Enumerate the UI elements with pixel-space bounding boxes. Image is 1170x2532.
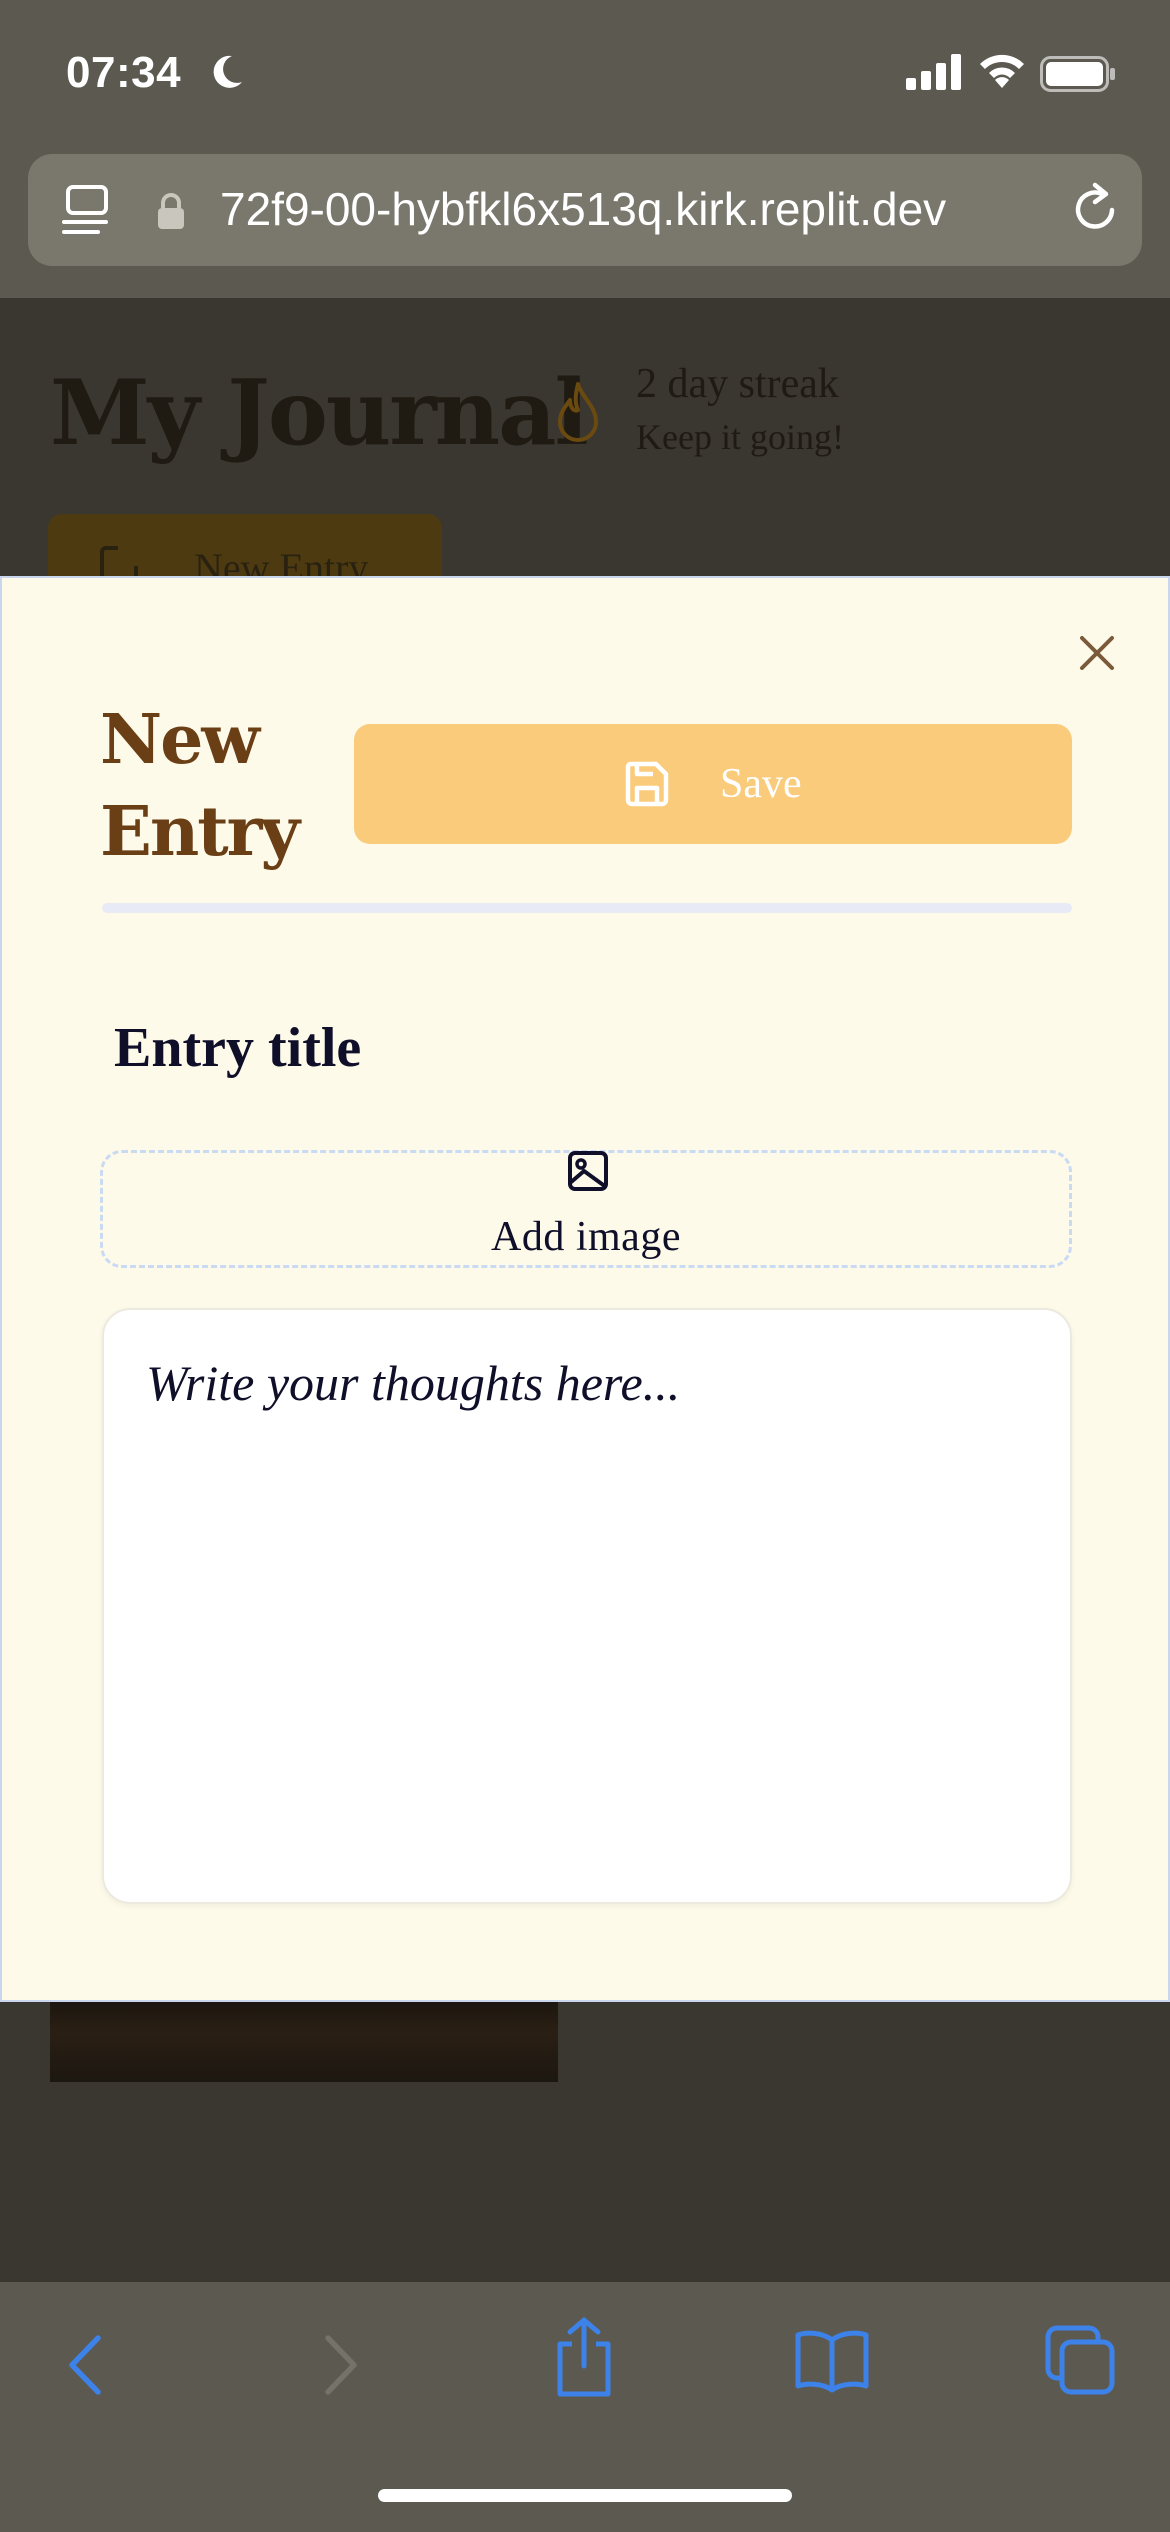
wifi-icon: [980, 54, 1024, 88]
lock-icon: [158, 193, 184, 229]
modal-title: New Entry: [100, 700, 300, 872]
image-icon: [568, 1151, 608, 1191]
url-bar[interactable]: 72f9-00-hybfkl6x513q.kirk.replit.dev: [28, 154, 1142, 266]
new-entry-modal: New Entry Save Add image: [0, 576, 1170, 2002]
share-icon[interactable]: [552, 2316, 616, 2400]
bookmarks-icon[interactable]: [794, 2328, 870, 2394]
close-icon[interactable]: [1072, 628, 1122, 678]
battery-icon: [1040, 56, 1115, 92]
url-text[interactable]: 72f9-00-hybfkl6x513q.kirk.replit.dev: [220, 182, 946, 236]
add-image-label: Add image: [491, 1214, 681, 1260]
flame-icon: [558, 382, 598, 442]
page-title: My Journal: [50, 360, 589, 466]
streak-subtitle: Keep it going!: [636, 417, 844, 457]
status-bar: 07:34: [0, 0, 1170, 150]
streak-count: 2 day streak: [636, 361, 839, 407]
entry-body-textarea[interactable]: [102, 1308, 1072, 1904]
back-icon[interactable]: [64, 2332, 108, 2398]
reader-icon[interactable]: [62, 184, 112, 238]
save-button[interactable]: Save: [354, 724, 1072, 844]
status-time: 07:34: [66, 48, 182, 97]
cellular-signal-icon: [906, 54, 961, 90]
divider: [102, 903, 1072, 913]
save-icon: [625, 761, 669, 807]
home-indicator[interactable]: [378, 2489, 792, 2502]
reload-icon[interactable]: [1068, 180, 1124, 240]
save-label: Save: [720, 761, 802, 807]
entry-title-input[interactable]: [102, 998, 1072, 1098]
moon-icon: [213, 55, 242, 88]
entry-image-thumbnail: [50, 1998, 558, 2082]
tabs-icon[interactable]: [1044, 2324, 1116, 2396]
add-image-button[interactable]: Add image: [100, 1150, 1072, 1268]
forward-icon[interactable]: [318, 2332, 362, 2398]
